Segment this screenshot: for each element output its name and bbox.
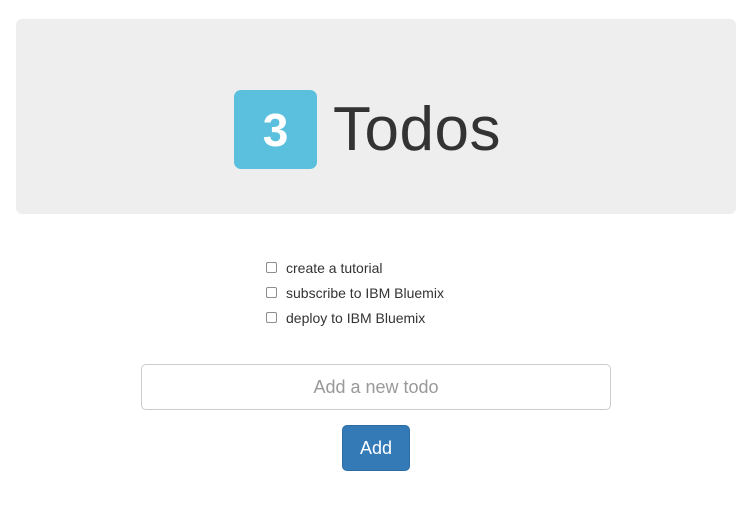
todo-label: deploy to IBM Bluemix [286, 309, 426, 326]
todo-checkbox[interactable] [266, 262, 277, 273]
todo-item[interactable]: create a tutorial [265, 255, 444, 280]
todo-count-badge: 3 [234, 90, 317, 169]
new-todo-input[interactable] [141, 364, 611, 410]
todo-checkbox[interactable] [266, 312, 277, 323]
todo-list: create a tutorial subscribe to IBM Bluem… [265, 255, 444, 330]
page-title: Todos [333, 95, 501, 164]
todo-item[interactable]: subscribe to IBM Bluemix [265, 280, 444, 305]
add-button[interactable]: Add [342, 425, 410, 471]
todo-label: create a tutorial [286, 259, 383, 276]
todo-checkbox[interactable] [266, 287, 277, 298]
page-heading: 3 Todos [234, 90, 501, 169]
todo-item[interactable]: deploy to IBM Bluemix [265, 305, 444, 330]
todo-label: subscribe to IBM Bluemix [286, 284, 444, 301]
